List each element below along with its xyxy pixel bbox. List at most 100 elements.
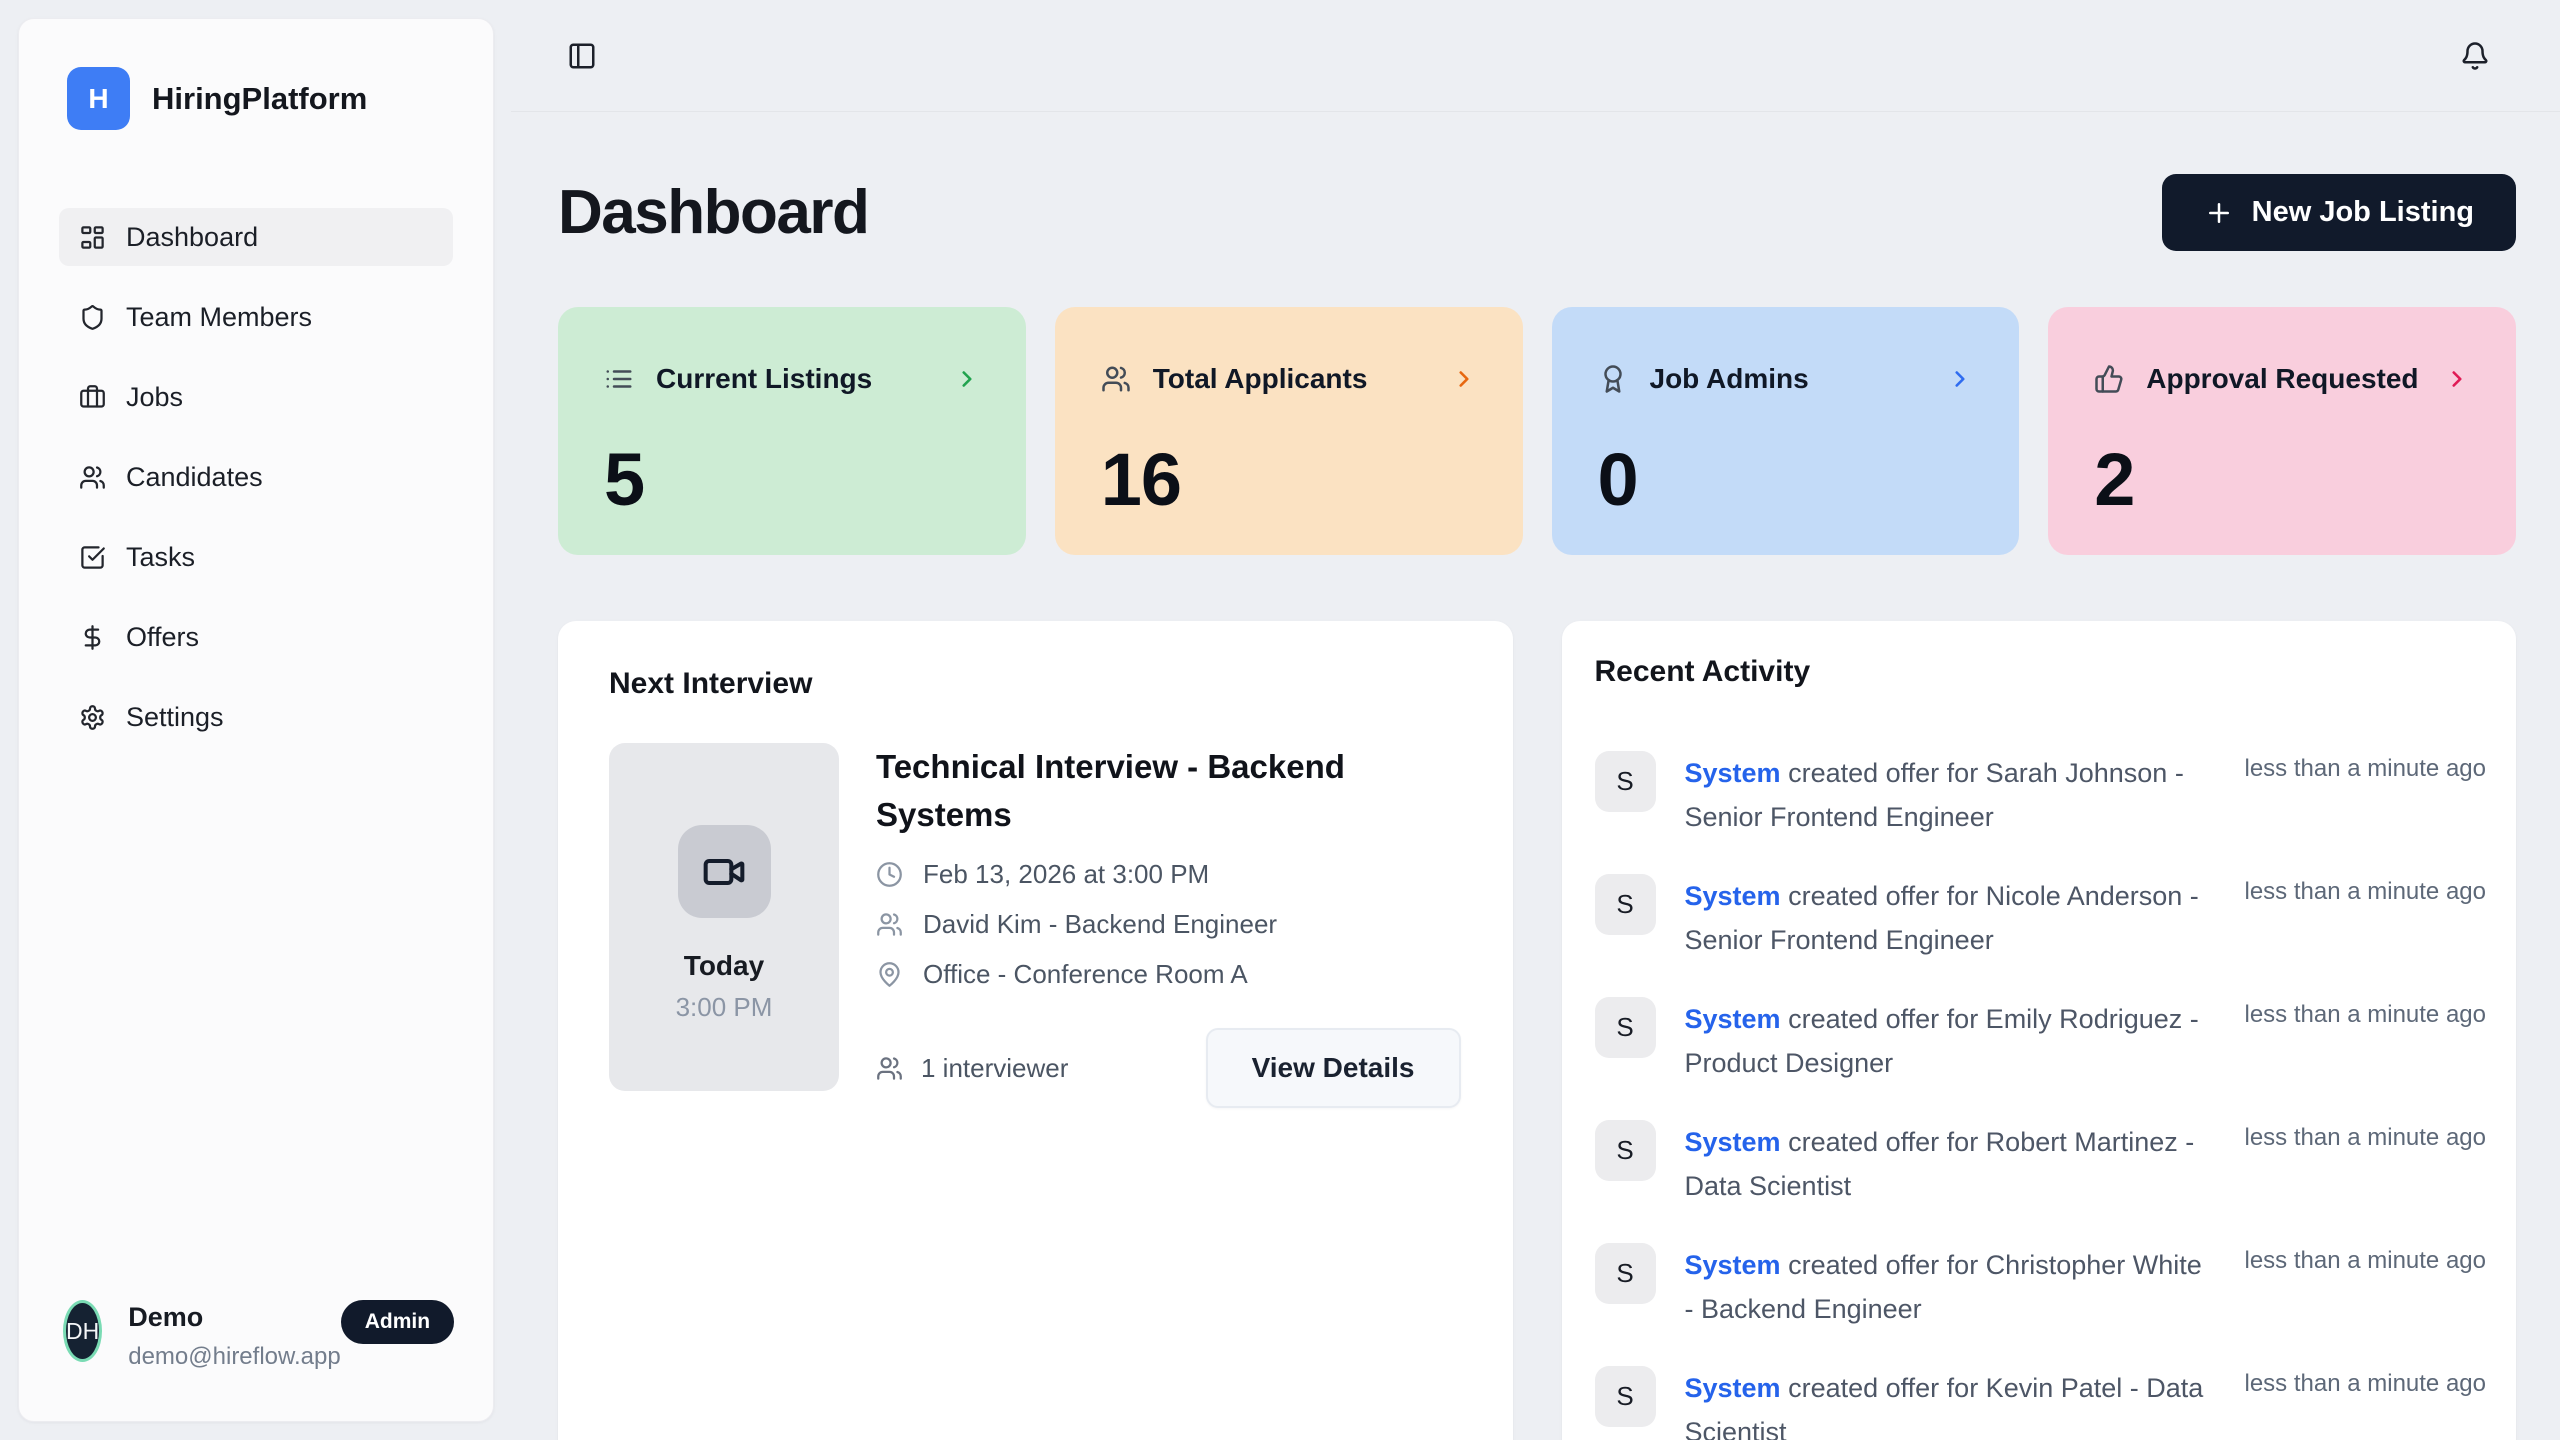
topbar (511, 0, 2560, 112)
user-name: Demo (128, 1302, 340, 1333)
activity-timestamp: less than a minute ago (2245, 1120, 2487, 1152)
interviewer-count-label: 1 interviewer (921, 1053, 1068, 1084)
sidebar-item-tasks[interactable]: Tasks (59, 528, 453, 586)
main-area: Dashboard New Job Listing Current Listin… (511, 0, 2560, 1440)
activity-item: S System created offer for Nicole Anders… (1595, 874, 2487, 962)
sidebar-item-dashboard[interactable]: Dashboard (59, 208, 453, 266)
stat-card-header: Total Applicants (1101, 363, 1477, 395)
activity-actor-link[interactable]: System (1685, 881, 1781, 911)
activity-item: S System created offer for Sarah Johnson… (1595, 751, 2487, 839)
activity-timestamp: less than a minute ago (2245, 1243, 2487, 1275)
activity-actor-link[interactable]: System (1685, 1127, 1781, 1157)
sidebar: H HiringPlatform Dashboard Team Members … (18, 18, 494, 1422)
bell-icon (2460, 41, 2490, 71)
stat-label: Total Applicants (1153, 363, 1368, 395)
stat-value: 2 (2094, 437, 2470, 522)
users-icon (876, 1055, 903, 1082)
next-interview-title: Next Interview (609, 667, 1463, 701)
interview-time-label: 3:00 PM (676, 992, 773, 1023)
interview-location: Office - Conference Room A (923, 959, 1248, 990)
view-details-button[interactable]: View Details (1206, 1028, 1461, 1108)
stat-card-job-admins[interactable]: Job Admins 0 (1552, 307, 2020, 555)
sidebar-item-label: Jobs (126, 382, 183, 413)
interview-footer: 1 interviewer View Details (876, 1028, 1463, 1108)
content: Dashboard New Job Listing Current Listin… (511, 174, 2560, 1440)
stat-card-header: Current Listings (604, 363, 980, 395)
activity-actor-link[interactable]: System (1685, 758, 1781, 788)
chevron-right-icon (1947, 366, 1973, 392)
award-icon (1598, 364, 1628, 394)
activity-item: S System created offer for Emily Rodrigu… (1595, 997, 2487, 1085)
role-badge: Admin (341, 1300, 454, 1344)
activity-item: S System created offer for Christopher W… (1595, 1243, 2487, 1331)
chevron-right-icon (1451, 366, 1477, 392)
new-job-listing-button[interactable]: New Job Listing (2162, 174, 2516, 251)
sidebar-item-jobs[interactable]: Jobs (59, 368, 453, 426)
sidebar-item-label: Team Members (126, 302, 312, 333)
interview-details: Technical Interview - Backend Systems Fe… (876, 743, 1463, 1108)
activity-item: S System created offer for Robert Martin… (1595, 1120, 2487, 1208)
interview-date-tile: Today 3:00 PM (609, 743, 839, 1091)
users-icon (1101, 364, 1131, 394)
activity-avatar: S (1595, 1366, 1656, 1427)
activity-avatar: S (1595, 1120, 1656, 1181)
user-info: Demo demo@hireflow.app (128, 1300, 340, 1371)
interview-interviewer: David Kim - Backend Engineer (923, 909, 1277, 940)
sidebar-item-offers[interactable]: Offers (59, 608, 453, 666)
brand[interactable]: H HiringPlatform (67, 67, 453, 130)
chevron-right-icon (2444, 366, 2470, 392)
users-icon (79, 464, 106, 491)
shield-icon (79, 304, 106, 331)
activity-avatar: S (1595, 1243, 1656, 1304)
panels-row: Next Interview Today 3:00 PM Technical I… (558, 621, 2516, 1440)
panel-left-icon (567, 41, 597, 71)
stat-value: 16 (1101, 437, 1477, 522)
activity-item: S System created offer for Kevin Patel -… (1595, 1366, 2487, 1440)
sidebar-item-candidates[interactable]: Candidates (59, 448, 453, 506)
sidebar-toggle-button[interactable] (567, 41, 597, 71)
activity-avatar: S (1595, 874, 1656, 935)
activity-timestamp: less than a minute ago (2245, 874, 2487, 906)
avatar: DH (63, 1300, 102, 1362)
stat-label: Approval Requested (2146, 363, 2418, 395)
interview-title: Technical Interview - Backend Systems (876, 743, 1463, 839)
layout-dashboard-icon (79, 224, 106, 251)
sidebar-item-label: Offers (126, 622, 199, 653)
stat-card-total-applicants[interactable]: Total Applicants 16 (1055, 307, 1523, 555)
activity-timestamp: less than a minute ago (2245, 1366, 2487, 1398)
sidebar-item-settings[interactable]: Settings (59, 688, 453, 746)
recent-activity-title: Recent Activity (1595, 655, 2487, 689)
activity-actor-link[interactable]: System (1685, 1250, 1781, 1280)
activity-actor-link[interactable]: System (1685, 1004, 1781, 1034)
interview-card: Today 3:00 PM Technical Interview - Back… (609, 743, 1463, 1108)
stat-value: 0 (1598, 437, 1974, 522)
stat-card-approval-requested[interactable]: Approval Requested 2 (2048, 307, 2516, 555)
user-profile[interactable]: DH Demo demo@hireflow.app Admin (19, 1300, 493, 1421)
stat-label: Current Listings (656, 363, 872, 395)
stat-card-current-listings[interactable]: Current Listings 5 (558, 307, 1026, 555)
video-icon-box (678, 825, 771, 918)
user-email: demo@hireflow.app (128, 1343, 340, 1371)
stat-value: 5 (604, 437, 980, 522)
plus-icon (2204, 198, 2234, 228)
sidebar-item-label: Dashboard (126, 222, 258, 253)
sidebar-item-label: Settings (126, 702, 224, 733)
activity-actor-link[interactable]: System (1685, 1373, 1781, 1403)
sidebar-item-team-members[interactable]: Team Members (59, 288, 453, 346)
app-name: HiringPlatform (152, 81, 367, 117)
dollar-sign-icon (79, 624, 106, 651)
video-camera-icon (702, 850, 746, 894)
stat-card-header: Approval Requested (2094, 363, 2470, 395)
next-interview-panel: Next Interview Today 3:00 PM Technical I… (558, 621, 1513, 1440)
activity-text: System created offer for Kevin Patel - D… (1685, 1366, 2215, 1440)
sidebar-item-label: Candidates (126, 462, 263, 493)
gear-icon (79, 704, 106, 731)
activity-avatar: S (1595, 997, 1656, 1058)
activity-text: System created offer for Nicole Anderson… (1685, 874, 2215, 962)
notifications-button[interactable] (2460, 41, 2490, 71)
interviewer-count: 1 interviewer (876, 1053, 1068, 1084)
activity-text: System created offer for Sarah Johnson -… (1685, 751, 2215, 839)
interview-detail-rows: Feb 13, 2026 at 3:00 PM David Kim - Back… (876, 859, 1463, 990)
stat-card-header: Job Admins (1598, 363, 1974, 395)
activity-timestamp: less than a minute ago (2245, 751, 2487, 783)
